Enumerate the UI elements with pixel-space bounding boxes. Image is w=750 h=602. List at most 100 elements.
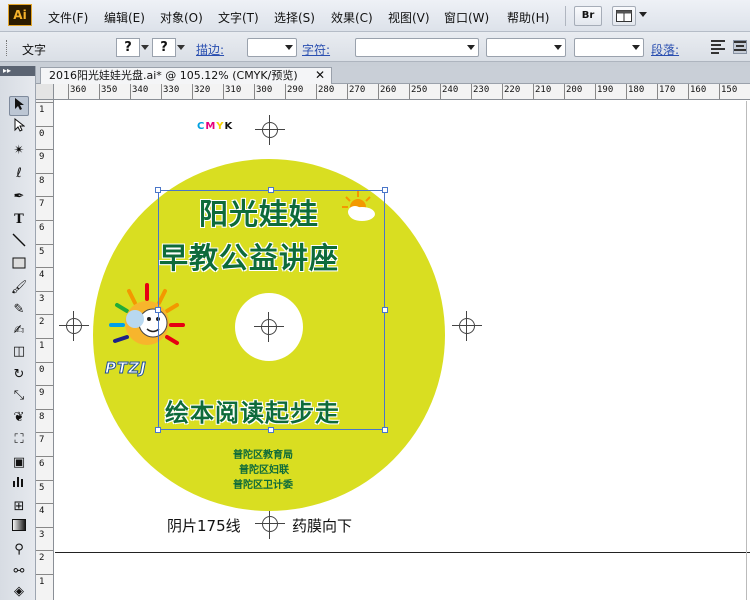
ruler-label: 180 — [628, 85, 645, 95]
symbol-sprayer-icon[interactable]: ▣ — [9, 453, 29, 473]
ruler-tick — [36, 338, 53, 339]
align-left-icon[interactable] — [711, 40, 725, 54]
direct-selection-icon[interactable] — [9, 117, 29, 138]
paragraph-label[interactable]: 段落: — [651, 41, 679, 58]
line-segment-icon[interactable] — [9, 233, 29, 253]
film-line-note[interactable]: 阴片175线 — [167, 515, 241, 536]
arrange-dropdown-icon[interactable] — [639, 12, 647, 17]
ruler-tick — [36, 243, 53, 245]
free-transform-icon[interactable]: ⛶ — [9, 430, 29, 450]
ruler-label: 5 — [39, 246, 45, 257]
menu-edit[interactable]: 编辑(E) — [104, 9, 145, 26]
ruler-tick — [36, 290, 53, 292]
ruler-label: 290 — [287, 85, 304, 95]
ruler-label: 200 — [566, 85, 583, 95]
selection-handle-tc[interactable] — [268, 187, 274, 193]
gradient-icon[interactable] — [9, 518, 29, 538]
bridge-label: Br — [581, 10, 595, 21]
organizer-2[interactable]: 普陀区妇联 — [239, 461, 289, 476]
rectangle-icon[interactable] — [9, 256, 29, 276]
arrange-documents-button[interactable] — [612, 6, 636, 26]
ruler-tick — [409, 84, 410, 99]
ruler-origin[interactable] — [36, 84, 54, 100]
artboard-edge — [55, 552, 750, 553]
font-size-field[interactable] — [574, 38, 644, 57]
eyedropper-icon[interactable]: ⚲ — [9, 540, 29, 560]
tool-label: 文字 — [22, 43, 47, 57]
ruler-label: 8 — [39, 411, 45, 422]
stroke-dropdown-icon[interactable] — [175, 38, 187, 57]
menu-view[interactable]: 视图(V) — [388, 9, 430, 26]
selection-handle-bc[interactable] — [268, 427, 274, 433]
ruler-label: 8 — [39, 175, 45, 186]
selection-handle-ml[interactable] — [155, 307, 161, 313]
document-tab-bar: 2016阳光娃娃光盘.ai* @ 105.12% (CMYK/预览) ✕ — [36, 66, 750, 84]
menu-help[interactable]: 帮助(H) — [507, 9, 549, 26]
ruler-label: 3 — [39, 529, 45, 540]
ruler-tick — [36, 503, 53, 505]
tools-panel-header[interactable]: ▸▸ — [0, 66, 35, 76]
ruler-tick — [471, 84, 472, 99]
fill-dropdown-icon[interactable] — [139, 38, 151, 57]
selection-bounding-box[interactable] — [158, 190, 385, 430]
bridge-button[interactable]: Br — [574, 6, 602, 26]
selection-handle-bl[interactable] — [155, 427, 161, 433]
lasso-icon[interactable]: ℓ — [9, 164, 29, 184]
emulsion-note[interactable]: 药膜向下 — [292, 515, 352, 536]
font-family-field[interactable] — [355, 38, 479, 57]
artboard-canvas[interactable]: CMYK 阳光娃娃 早教公益讲座 PTZJ 绘本阅读起步走 普陀区教育局 普陀区… — [55, 101, 750, 600]
pen-icon[interactable]: ✒ — [9, 187, 29, 207]
stroke-weight-field[interactable] — [247, 38, 297, 57]
cmyk-mark: CMYK — [197, 121, 233, 132]
stroke-color-swatch[interactable]: ? — [152, 38, 176, 57]
scale-icon[interactable]: ⤡ — [9, 386, 29, 406]
live-paint-icon[interactable]: ◈ — [9, 582, 29, 602]
selection-handle-mr[interactable] — [382, 307, 388, 313]
close-icon[interactable]: ✕ — [315, 68, 325, 83]
eraser-icon[interactable]: ◫ — [9, 342, 29, 362]
magic-wand-icon[interactable]: ✴ — [9, 141, 29, 161]
pencil-icon[interactable]: ✎ — [9, 300, 29, 320]
menu-bar: Ai 文件(F) 编辑(E) 对象(O) 文字(T) 选择(S) 效果(C) 视… — [0, 0, 750, 32]
align-center-icon[interactable] — [733, 40, 747, 54]
menu-select[interactable]: 选择(S) — [274, 9, 315, 26]
menu-window[interactable]: 窗口(W) — [444, 9, 489, 26]
ruler-tick — [36, 172, 53, 174]
fill-color-swatch[interactable]: ? — [116, 38, 140, 57]
ruler-tick — [254, 84, 255, 99]
menu-type[interactable]: 文字(T) — [218, 9, 259, 26]
ruler-label: 230 — [473, 85, 490, 95]
ruler-tick — [36, 550, 53, 552]
paintbrush-icon[interactable]: 🖌 — [9, 278, 29, 298]
document-tab[interactable]: 2016阳光娃娃光盘.ai* @ 105.12% (CMYK/预览) ✕ — [40, 67, 332, 84]
menu-file[interactable]: 文件(F) — [48, 9, 88, 26]
stroke-label[interactable]: 描边: — [196, 41, 224, 58]
blob-brush-icon[interactable]: ✍ — [9, 321, 29, 341]
font-style-field[interactable] — [486, 38, 566, 57]
column-graph-icon[interactable] — [9, 474, 29, 494]
character-label[interactable]: 字符: — [302, 41, 330, 58]
organizer-1[interactable]: 普陀区教育局 — [233, 446, 293, 461]
mesh-icon[interactable]: ⊞ — [9, 497, 29, 517]
blend-icon[interactable]: ⚯ — [9, 562, 29, 582]
selection-arrow-icon[interactable] — [9, 96, 29, 116]
ruler-tick — [36, 267, 53, 269]
type-icon[interactable]: T — [9, 210, 29, 230]
vertical-ruler[interactable]: 109876543210987654321 — [36, 100, 54, 600]
ruler-label: 4 — [39, 270, 45, 281]
horizontal-ruler[interactable]: 360 350 340 330 320 310 300 290 280 270 260 250 240 2… — [54, 84, 750, 100]
rotate-icon[interactable]: ↻ — [9, 365, 29, 385]
organizer-3[interactable]: 普陀区卫计委 — [233, 476, 293, 491]
ruler-label: 170 — [659, 85, 676, 95]
ruler-tick — [378, 84, 379, 99]
menu-effect[interactable]: 效果(C) — [331, 9, 373, 26]
ruler-tick — [36, 361, 53, 363]
ruler-tick — [36, 408, 53, 410]
ruler-label: 0 — [39, 364, 45, 375]
ruler-tick — [36, 574, 53, 575]
menu-object[interactable]: 对象(O) — [160, 9, 203, 26]
selection-handle-br[interactable] — [382, 427, 388, 433]
selection-handle-tl[interactable] — [155, 187, 161, 193]
selection-handle-tr[interactable] — [382, 187, 388, 193]
warp-icon[interactable]: ❦ — [9, 408, 29, 428]
